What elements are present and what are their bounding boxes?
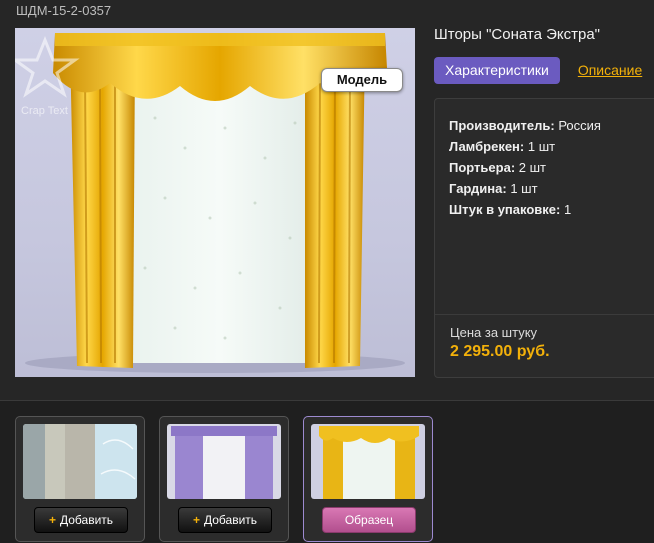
spec-value: 1 (563, 202, 572, 217)
spec-value: 2 шт (518, 160, 547, 175)
spec-list: Производитель: Россия Ламбрекен: 1 шт По… (449, 115, 654, 220)
tab-characteristics[interactable]: Характеристики (434, 56, 560, 84)
add-button[interactable]: + Добавить (178, 507, 272, 533)
plus-icon: + (192, 513, 200, 527)
spec-row: Ламбрекен: 1 шт (449, 136, 654, 157)
spec-key: Ламбрекен: (449, 139, 525, 154)
thumbnail-card-2[interactable]: + Добавить (159, 416, 289, 542)
add-button-label: Добавить (203, 513, 258, 527)
fabric-swatch-thumbnail[interactable] (23, 424, 137, 499)
spec-key: Производитель: (449, 118, 555, 133)
curtain-thumbnail[interactable] (311, 424, 425, 499)
product-title: Шторы "Соната Экстра" (434, 26, 600, 43)
thumbnail-card-1[interactable]: + Добавить (15, 416, 145, 542)
spec-row: Портьера: 2 шт (449, 157, 654, 178)
price-value: 2 295.00 руб. (450, 343, 550, 360)
spec-row: Гардина: 1 шт (449, 178, 654, 199)
spec-row: Штук в упаковке: 1 (449, 199, 654, 220)
price-label: Цена за штуку (450, 325, 538, 340)
spec-value: Россия (558, 118, 601, 133)
product-sku: ШДМ-15-2-0357 (16, 3, 112, 18)
tab-bar: Характеристики Описание (434, 56, 642, 84)
thumbnail-card-3[interactable]: Образец (303, 416, 433, 542)
model-badge: Модель (321, 68, 403, 92)
spec-row: Производитель: Россия (449, 115, 654, 136)
add-button-label: Добавить (59, 513, 114, 527)
spec-value: 1 шт (510, 181, 538, 196)
sample-button[interactable]: Образец (322, 507, 416, 533)
watermark-text: Crap Text (21, 105, 68, 117)
product-image[interactable]: Crap Text Модель (15, 28, 415, 377)
specs-panel: Производитель: Россия Ламбрекен: 1 шт По… (434, 98, 654, 378)
spec-key: Портьера: (449, 160, 516, 175)
tab-description[interactable]: Описание (578, 62, 642, 78)
spec-key: Штук в упаковке: (449, 202, 561, 217)
curtain-thumbnail[interactable] (167, 424, 281, 499)
add-button[interactable]: + Добавить (34, 507, 128, 533)
divider (435, 314, 654, 315)
spec-value: 1 шт (527, 139, 556, 154)
plus-icon: + (48, 513, 56, 527)
spec-key: Гардина: (449, 181, 507, 196)
